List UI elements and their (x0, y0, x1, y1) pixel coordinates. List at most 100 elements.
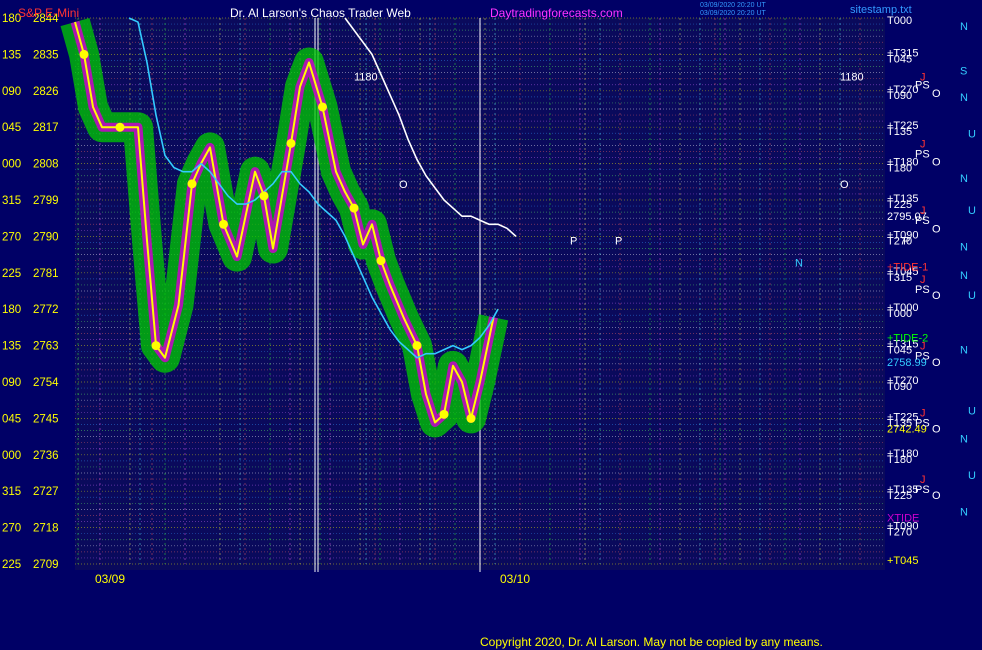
right-label: +T045 (887, 555, 919, 567)
y-tick-degree: 090 (2, 377, 21, 389)
y-tick-price: 2736 (33, 450, 59, 462)
y-tick-price: 2817 (33, 122, 59, 134)
site-link[interactable]: Daytradingforecasts.com (490, 6, 623, 20)
planet-label: N (960, 345, 968, 357)
planet-label: N (960, 92, 968, 104)
planet-label: U (968, 128, 976, 140)
right-label: T270 (887, 527, 912, 539)
planet-label: U (968, 405, 976, 417)
right-label: T090 (887, 381, 912, 393)
y-tick-price: 2790 (33, 231, 59, 243)
right-label: T180 (887, 454, 912, 466)
planet-label: N (960, 506, 968, 518)
y-tick-price: 2808 (33, 159, 59, 171)
y-tick-price: 2772 (33, 304, 59, 316)
data-point (187, 179, 197, 189)
chart-annotation: 1180 (840, 72, 864, 84)
y-tick-degree: 000 (2, 159, 21, 171)
data-point (115, 122, 125, 132)
right-label: XTIDE (887, 512, 919, 524)
planet-label: O (932, 490, 941, 502)
y-tick-degree: 180 (2, 304, 21, 316)
right-label: T225 (887, 199, 912, 211)
right-label: T135 (887, 417, 912, 429)
chart-annotation: O (840, 179, 849, 191)
right-label: T090 (887, 90, 912, 102)
planet-label: S (960, 66, 967, 78)
y-tick-degree: 225 (2, 559, 21, 571)
planet-label: N (960, 21, 968, 33)
y-tick-degree: 045 (2, 122, 21, 134)
planet-label: O (932, 88, 941, 100)
planet-label: O (932, 357, 941, 369)
planet-label: N (960, 242, 968, 254)
chart-annotation: P (615, 235, 622, 247)
copyright: Copyright 2020, Dr. Al Larson. May not b… (480, 635, 823, 649)
data-point (79, 49, 89, 59)
y-tick-degree: 315 (2, 195, 21, 207)
right-label: T135 (887, 126, 912, 138)
y-tick-price: 2835 (33, 49, 59, 61)
data-point (286, 138, 296, 148)
data-point (259, 191, 269, 201)
planet-label: N (960, 173, 968, 185)
data-point (219, 219, 228, 229)
data-point (466, 413, 476, 423)
chart-title: Dr. Al Larson's Chaos Trader Web (230, 6, 411, 20)
y-tick-degree: 315 (2, 486, 21, 498)
x-label-0309: 03/09 (95, 572, 125, 586)
planet-label: J (920, 274, 926, 286)
planet-label: J (920, 72, 926, 84)
y-tick-degree: 090 (2, 86, 21, 98)
x-label-0310: 03/10 (500, 572, 530, 586)
y-tick-price: 2781 (33, 268, 59, 280)
y-tick-price: 2718 (33, 523, 59, 535)
planet-label: O (932, 290, 941, 302)
right-label: T045 (887, 345, 912, 357)
instrument-label: S&P E-Mini (18, 6, 79, 20)
y-tick-price: 2745 (33, 413, 59, 425)
chart-annotation: O (399, 179, 408, 191)
right-label: T045 (887, 53, 912, 65)
y-tick-price: 2709 (33, 559, 59, 571)
chart-annotation: P (570, 235, 577, 247)
planet-label: J (920, 341, 926, 353)
planet-label: O (932, 157, 941, 169)
planet-label: N (960, 270, 968, 282)
timestamp-line-2: 03/09/2020 20:20 UT (700, 10, 766, 17)
planet-label: J (920, 138, 926, 150)
data-point (439, 409, 449, 419)
y-tick-price: 2799 (33, 195, 59, 207)
right-label: T180 (887, 163, 912, 175)
corner-stamp: sitestamp.txt (850, 4, 912, 16)
chart-annotation: N (795, 258, 803, 270)
planet-label: J (920, 205, 926, 217)
y-tick-price: 2763 (33, 341, 59, 353)
chart-canvas: 2795.072758.992742.49 180 2844135 2835090 2… (0, 0, 982, 650)
chart-annotation: P (903, 235, 910, 247)
data-point (412, 341, 422, 351)
planet-label: U (968, 205, 976, 217)
data-point (151, 341, 161, 351)
right-label: T225 (887, 490, 912, 502)
right-label: T000 (887, 308, 912, 320)
y-tick-price: 2754 (33, 377, 59, 389)
planet-label: O (932, 424, 941, 436)
planet-label: U (968, 290, 976, 302)
planet-label: O (932, 223, 941, 235)
y-tick-degree: 270 (2, 523, 21, 535)
timestamp-line-1: 03/09/2020 20:20 UT (700, 2, 766, 9)
data-point (349, 203, 359, 213)
y-tick-degree: 045 (2, 413, 21, 425)
planet-label: J (920, 474, 926, 486)
y-tick-degree: 135 (2, 49, 21, 61)
data-point (318, 102, 327, 112)
y-tick-price: 2727 (33, 486, 59, 498)
right-label: +TIDE-1 (887, 262, 928, 274)
y-tick-degree: 225 (2, 268, 21, 280)
y-tick-price: 2826 (33, 86, 59, 98)
planet-label: U (968, 470, 976, 482)
y-tick-degree: 000 (2, 450, 21, 462)
y-tick-degree: 270 (2, 231, 21, 243)
y-tick-degree: 135 (2, 341, 21, 353)
